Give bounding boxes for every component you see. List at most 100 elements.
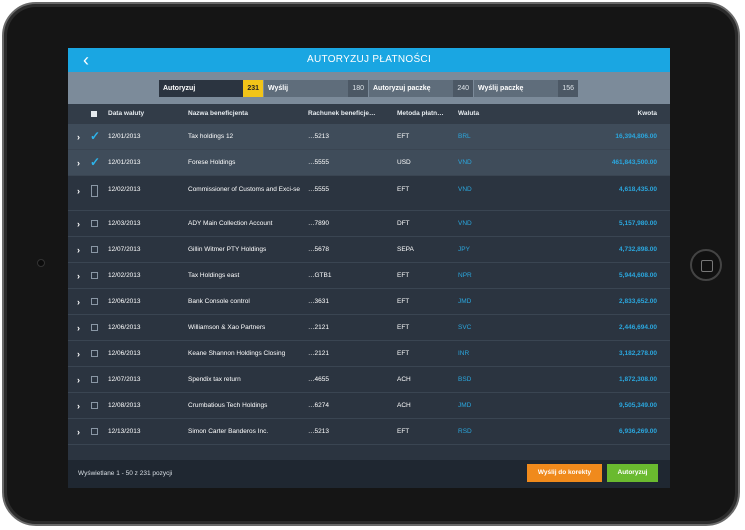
cell-beneficiary: Crumbatious Tech Holdings xyxy=(188,402,268,409)
tab-wyslij-paczke[interactable]: Wyślij paczkę 156 xyxy=(474,80,578,97)
cell-beneficiary: Bank Console control xyxy=(188,298,250,305)
cell-method: EFT xyxy=(397,133,410,140)
table-row[interactable]: › 12/03/2013 ADY Main Collection Account… xyxy=(68,211,670,237)
authorize-button[interactable]: Autoryzuj xyxy=(607,464,658,482)
expand-chevron-icon[interactable]: › xyxy=(77,211,80,236)
cell-beneficiary: Tax Holdings east xyxy=(188,272,240,279)
table-row[interactable]: › 12/06/2013 Williamson & Xao Partners …… xyxy=(68,315,670,341)
column-header-amount[interactable]: Kwota xyxy=(638,104,658,124)
top-bar: ‹ AUTORYZUJ PŁATNOŚCI xyxy=(68,48,670,72)
table-row[interactable]: › 12/06/2013 Bank Console control …3631 … xyxy=(68,289,670,315)
cell-currency: BSD xyxy=(458,376,472,383)
table-row[interactable]: › 12/08/2013 Crumbatious Tech Holdings …… xyxy=(68,393,670,419)
cell-amount: 5,944,608.00 xyxy=(619,272,657,279)
page-title: AUTORYZUJ PŁATNOŚCI xyxy=(306,54,432,65)
row-checkbox[interactable] xyxy=(91,428,98,435)
expand-chevron-icon[interactable]: › xyxy=(77,263,80,288)
cell-method: EFT xyxy=(397,298,410,305)
tab-label: Autoryzuj xyxy=(163,85,196,92)
tab-label: Autoryzuj paczkę xyxy=(373,85,431,92)
cell-amount: 4,618,435.00 xyxy=(619,186,657,193)
send-to-correction-button[interactable]: Wyślij do korekty xyxy=(527,464,602,482)
expand-chevron-icon[interactable]: › xyxy=(77,150,80,175)
expand-chevron-icon[interactable]: › xyxy=(77,341,80,366)
cell-account: …2121 xyxy=(308,324,329,331)
row-checkbox[interactable] xyxy=(91,402,98,409)
home-button[interactable] xyxy=(690,249,722,281)
tab-autoryzuj-paczke[interactable]: Autoryzuj paczkę 240 xyxy=(369,80,473,97)
expand-chevron-icon[interactable]: › xyxy=(77,367,80,392)
row-checkbox[interactable] xyxy=(91,376,98,383)
table-row[interactable]: › ✓ 12/01/2013 Tax holdings 12 …5213 EFT… xyxy=(68,124,670,150)
cell-method: ACH xyxy=(397,402,411,409)
table-row[interactable]: › 12/07/2013 Spendix tax return …4655 AC… xyxy=(68,367,670,393)
column-header-name[interactable]: Nazwa beneficjenta xyxy=(188,104,248,124)
cell-account: …2121 xyxy=(308,350,329,357)
pagination-status: Wyświetlane 1 - 50 z 231 pozycji xyxy=(78,470,173,477)
cell-date: 12/07/2013 xyxy=(108,376,141,383)
checkmark-icon[interactable]: ✓ xyxy=(90,129,100,143)
cell-currency: VND xyxy=(458,159,472,166)
cell-amount: 6,936,269.00 xyxy=(619,428,657,435)
cell-date: 12/07/2013 xyxy=(108,246,141,253)
tab-count-badge: 180 xyxy=(348,80,368,97)
column-header-account[interactable]: Rachunek beneficje… xyxy=(308,104,376,124)
tab-label: Wyślij xyxy=(268,85,289,92)
checkmark-icon[interactable]: ✓ xyxy=(90,155,100,169)
cell-date: 12/13/2013 xyxy=(108,428,141,435)
table-row[interactable]: › 12/13/2013 Simon Carter Banderos Inc. … xyxy=(68,419,670,445)
column-header-method[interactable]: Metoda płatn… xyxy=(397,104,444,124)
tab-wyslij[interactable]: Wyślij 180 xyxy=(264,80,368,97)
cell-account: …GTB1 xyxy=(308,272,332,279)
cell-date: 12/01/2013 xyxy=(108,159,141,166)
cell-method: DFT xyxy=(397,220,410,227)
row-checkbox[interactable] xyxy=(91,185,98,197)
cell-date: 12/03/2013 xyxy=(108,220,141,227)
column-header-currency[interactable]: Waluta xyxy=(458,104,479,124)
select-all-checkbox[interactable] xyxy=(91,111,97,117)
row-checkbox[interactable] xyxy=(91,298,98,305)
cell-beneficiary: ADY Main Collection Account xyxy=(188,220,273,227)
cell-currency: JPY xyxy=(458,246,470,253)
payments-table: › ✓ 12/01/2013 Tax holdings 12 …5213 EFT… xyxy=(68,124,670,445)
row-checkbox[interactable] xyxy=(91,350,98,357)
cell-date: 12/06/2013 xyxy=(108,298,141,305)
cell-date: 12/02/2013 xyxy=(108,186,141,193)
cell-amount: 4,732,898.00 xyxy=(619,246,657,253)
tab-count-badge: 240 xyxy=(453,80,473,97)
cell-currency: INR xyxy=(458,350,470,357)
table-row[interactable]: › ✓ 12/01/2013 Forese Holdings …5555 USD… xyxy=(68,150,670,176)
cell-method: EFT xyxy=(397,428,410,435)
footer-bar: Wyświetlane 1 - 50 z 231 pozycji Wyślij … xyxy=(68,460,670,488)
table-row[interactable]: › 12/06/2013 Keane Shannon Holdings Clos… xyxy=(68,341,670,367)
row-checkbox[interactable] xyxy=(91,220,98,227)
row-checkbox[interactable] xyxy=(91,272,98,279)
expand-chevron-icon[interactable]: › xyxy=(77,237,80,262)
cell-account: …5678 xyxy=(308,246,329,253)
cell-account: …4655 xyxy=(308,376,329,383)
expand-chevron-icon[interactable]: › xyxy=(77,419,80,444)
row-checkbox[interactable] xyxy=(91,246,98,253)
expand-chevron-icon[interactable]: › xyxy=(77,289,80,314)
table-row[interactable]: › 12/02/2013 Tax Holdings east …GTB1 EFT… xyxy=(68,263,670,289)
expand-chevron-icon[interactable]: › xyxy=(77,124,80,149)
cell-beneficiary: Forese Holdings xyxy=(188,159,236,166)
expand-chevron-icon[interactable]: › xyxy=(77,393,80,418)
cell-currency: SVC xyxy=(458,324,472,331)
row-checkbox[interactable] xyxy=(91,324,98,331)
cell-amount: 461,843,500.00 xyxy=(611,159,657,166)
tab-autoryzuj[interactable]: Autoryzuj 231 xyxy=(159,80,263,97)
expand-chevron-icon[interactable]: › xyxy=(77,176,80,210)
column-header-date[interactable]: Data waluty xyxy=(108,104,144,124)
cell-currency: NPR xyxy=(458,272,472,279)
cell-account: …6274 xyxy=(308,402,329,409)
cell-beneficiary: Spendix tax return xyxy=(188,376,241,383)
camera-icon xyxy=(37,259,45,267)
expand-chevron-icon[interactable]: › xyxy=(77,315,80,340)
table-row[interactable]: › 12/07/2013 Gillin Witmer PTY Holdings … xyxy=(68,237,670,263)
cell-method: EFT xyxy=(397,186,410,193)
table-row[interactable]: › 12/02/2013 Commissioner of Customs and… xyxy=(68,176,670,211)
tab-label: Wyślij paczkę xyxy=(478,85,524,92)
cell-beneficiary: Keane Shannon Holdings Closing xyxy=(188,350,286,357)
cell-date: 12/01/2013 xyxy=(108,133,141,140)
